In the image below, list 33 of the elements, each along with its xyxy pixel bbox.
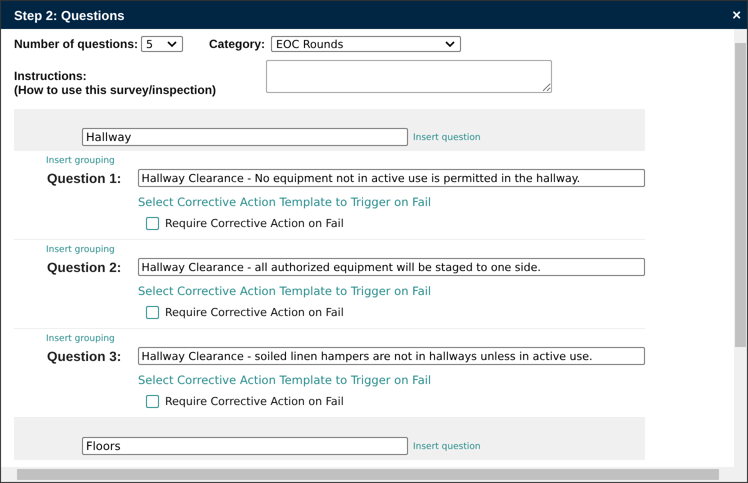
checkbox[interactable] (146, 395, 159, 408)
checkbox-label: Require Corrective Action on Fail (165, 395, 344, 408)
checkbox[interactable] (146, 306, 159, 319)
field-label: Number of questions: (14, 37, 138, 51)
category-select[interactable]: EOC Rounds (271, 36, 462, 52)
instructions-field[interactable] (266, 60, 552, 93)
field-label: Instructions: (14, 69, 88, 83)
window-title: Step 2: Questions (14, 8, 125, 22)
chevron-down-icon (167, 41, 178, 47)
question-field[interactable]: Hallway Clearance - soiled linen hampers are not in hallways unless in active use. (138, 347, 645, 365)
checkbox-label: Require Corrective Action on Fail (165, 306, 344, 319)
question-field[interactable]: Hallway Clearance - No equipment not in active use is permitted in the hallway. (138, 169, 645, 187)
question-label: Question 3: (47, 348, 122, 364)
vertical-scrollbar[interactable] (734, 29, 747, 467)
template-link[interactable]: Select Corrective Action Template to Trigger on Fail (138, 284, 432, 298)
horizontal-scrollbar[interactable] (1, 467, 747, 482)
question-field[interactable]: Hallway Clearance - all authorized equipment will be staged to one side. (138, 258, 645, 276)
number-select[interactable]: 5 (141, 36, 184, 52)
field-hint: (How to use this survey/inspection) (14, 83, 218, 97)
checkbox[interactable] (146, 217, 159, 230)
insert-grouping-link[interactable]: Insert grouping (46, 334, 115, 345)
question-label: Question 2: (47, 260, 122, 274)
close-button[interactable]: × (732, 8, 741, 22)
insert-grouping-link[interactable]: Insert grouping (46, 156, 115, 167)
field-label: Category: (209, 37, 266, 51)
group-name-field[interactable]: Hallway (82, 128, 408, 146)
insert-grouping-link[interactable]: Insert grouping (46, 245, 115, 256)
chevron-down-icon (445, 41, 456, 47)
template-link[interactable]: Select Corrective Action Template to Trigger on Fail (138, 195, 432, 209)
checkbox-label: Require Corrective Action on Fail (165, 217, 344, 230)
group-name-field[interactable]: Floors (82, 437, 408, 455)
question-label: Question 1: (47, 170, 122, 186)
template-link[interactable]: Select Corrective Action Template to Trigger on Fail (138, 373, 432, 387)
